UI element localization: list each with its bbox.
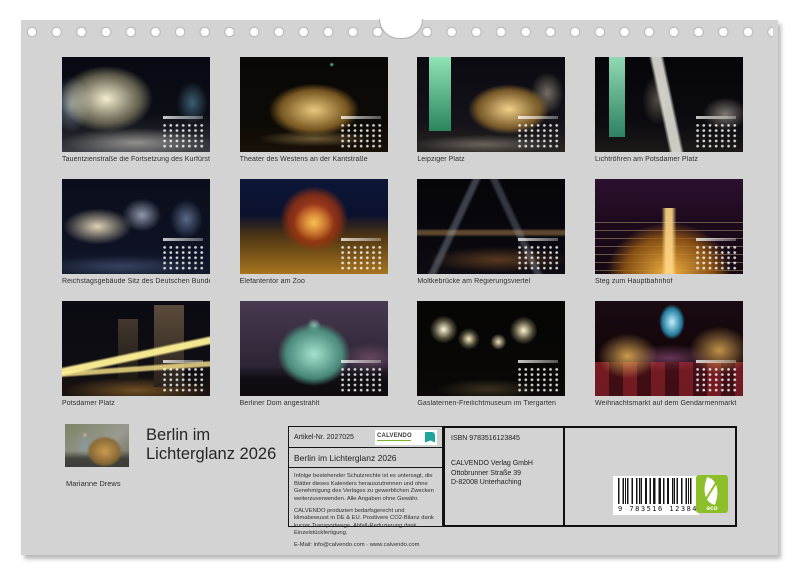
photo-caption: Reichstagsgebäude Sitz des Deutschen Bun… <box>62 278 210 285</box>
thumbnail-april: Lichtröhren am Potsdamer Platz <box>595 57 743 179</box>
month-photo <box>417 301 565 396</box>
calvendo-logo-text: CALVENDO <box>377 433 412 442</box>
calvendo-logo: CALVENDO <box>375 430 437 445</box>
mini-calendar-overlay <box>694 237 738 270</box>
thumbnail-july: Moltkebrücke am Regierungsviertel <box>417 179 565 301</box>
mini-calendar-overlay <box>516 115 560 148</box>
photo-caption: Gaslaternen-Freilichtmuseum im Tiergarte… <box>417 400 565 407</box>
barcode-bars <box>618 478 694 504</box>
publisher-box: ISBN 9783516123845 CALVENDO Verlag GmbH … <box>443 426 737 527</box>
thumbnail-january: Tauentzienstraße die Fortsetzung des Kur… <box>62 57 210 179</box>
article-number-row: Artikel-Nr. 2027025 CALVENDO <box>289 427 442 448</box>
month-photo <box>417 57 565 152</box>
product-title: Berlin im Lichterglanz 2026 <box>289 448 442 468</box>
calendar-title-line1: Berlin im <box>146 426 276 445</box>
photo-caption: Elefantentor am Zoo <box>240 278 388 285</box>
month-photo <box>240 57 388 152</box>
mini-calendar-overlay <box>516 359 560 392</box>
mini-calendar-overlay <box>161 115 205 148</box>
mini-calendar-overlay <box>694 115 738 148</box>
thumbnail-february: Theater des Westens an der Kantstraße <box>240 57 388 179</box>
photo-caption: Leipziger Platz <box>417 156 565 163</box>
mini-calendar-overlay <box>339 115 383 148</box>
photo-caption: Tauentzienstraße die Fortsetzung des Kur… <box>62 156 210 163</box>
legal-text-block: Infolge bestehender Schutzrechte ist es … <box>289 468 442 550</box>
eco-logo: eco <box>696 475 728 513</box>
thumbnail-august: Steg zum Hauptbahnhof <box>595 179 743 301</box>
photo-caption: Potsdamer Platz <box>62 400 210 407</box>
publisher-details: ISBN 9783516123845 CALVENDO Verlag GmbH … <box>445 428 565 525</box>
isbn-number: ISBN 9783516123845 <box>451 434 557 443</box>
month-photo <box>595 301 743 396</box>
mini-calendar-overlay <box>339 237 383 270</box>
thumbnail-december: Weihnachtsmarkt auf dem Gendarmenmarkt <box>595 301 743 423</box>
mini-calendar-overlay <box>694 359 738 392</box>
product-info-box: Artikel-Nr. 2027025 CALVENDO Berlin im L… <box>288 426 443 527</box>
thumbnail-may: Reichstagsgebäude Sitz des Deutschen Bun… <box>62 179 210 301</box>
ean-barcode: 9 783516 123845 <box>613 476 699 515</box>
barcode-cell: 9 783516 123845 eco <box>565 428 735 525</box>
photo-caption: Steg zum Hauptbahnhof <box>595 278 743 285</box>
eco-label: eco <box>696 505 728 512</box>
mini-calendar-overlay <box>161 359 205 392</box>
author-photo <box>65 424 129 467</box>
month-photo <box>62 57 210 152</box>
month-photo <box>595 57 743 152</box>
calendar-back-page: Tauentzienstraße die Fortsetzung des Kur… <box>21 20 778 555</box>
month-photo <box>240 179 388 274</box>
photo-caption: Lichtröhren am Potsdamer Platz <box>595 156 743 163</box>
legal-paragraph-eco: CALVENDO produziert bedarfsgerecht und k… <box>294 508 437 539</box>
eco-leaf-icon <box>700 477 723 505</box>
month-photo <box>417 179 565 274</box>
calendar-title-line2: Lichterglanz 2026 <box>146 445 276 464</box>
photo-caption: Weihnachtsmarkt auf dem Gendarmenmarkt <box>595 400 743 407</box>
thumbnail-october: Berliner Dom angestrahlt <box>240 301 388 423</box>
calvendo-book-icon <box>425 432 435 443</box>
month-photo <box>240 301 388 396</box>
thumbnail-june: Elefantentor am Zoo <box>240 179 388 301</box>
mini-calendar-overlay <box>339 359 383 392</box>
mini-calendar-overlay <box>161 237 205 270</box>
month-photo <box>62 179 210 274</box>
calvendo-logo-tagline <box>377 440 411 442</box>
photo-caption: Berliner Dom angestrahlt <box>240 400 388 407</box>
photo-caption: Moltkebrücke am Regierungsviertel <box>417 278 565 285</box>
mini-calendar-overlay <box>516 237 560 270</box>
calendar-title: Berlin im Lichterglanz 2026 <box>146 426 276 464</box>
author-name: Marianne Drews <box>66 479 121 488</box>
publisher-city: D-82008 Unterhaching <box>451 478 557 487</box>
thumbnail-march: Leipziger Platz <box>417 57 565 179</box>
legal-paragraph-copyright: Infolge bestehender Schutzrechte ist es … <box>294 473 437 504</box>
article-number: Artikel-Nr. 2027025 <box>294 434 354 441</box>
photo-caption: Theater des Westens an der Kantstraße <box>240 156 388 163</box>
month-photo <box>62 301 210 396</box>
publisher-name: CALVENDO Verlag GmbH <box>451 459 557 468</box>
month-thumbnail-grid: Tauentzienstraße die Fortsetzung des Kur… <box>62 57 743 423</box>
thumbnail-september: Potsdamer Platz <box>62 301 210 423</box>
contact-line: E-Mail: info@calvendo.com · www.calvendo… <box>294 542 437 550</box>
barcode-digits: 9 783516 123845 <box>618 505 694 513</box>
month-photo <box>595 179 743 274</box>
publisher-street: Ottobrunner Straße 39 <box>451 469 557 478</box>
thumbnail-november: Gaslaternen-Freilichtmuseum im Tiergarte… <box>417 301 565 423</box>
